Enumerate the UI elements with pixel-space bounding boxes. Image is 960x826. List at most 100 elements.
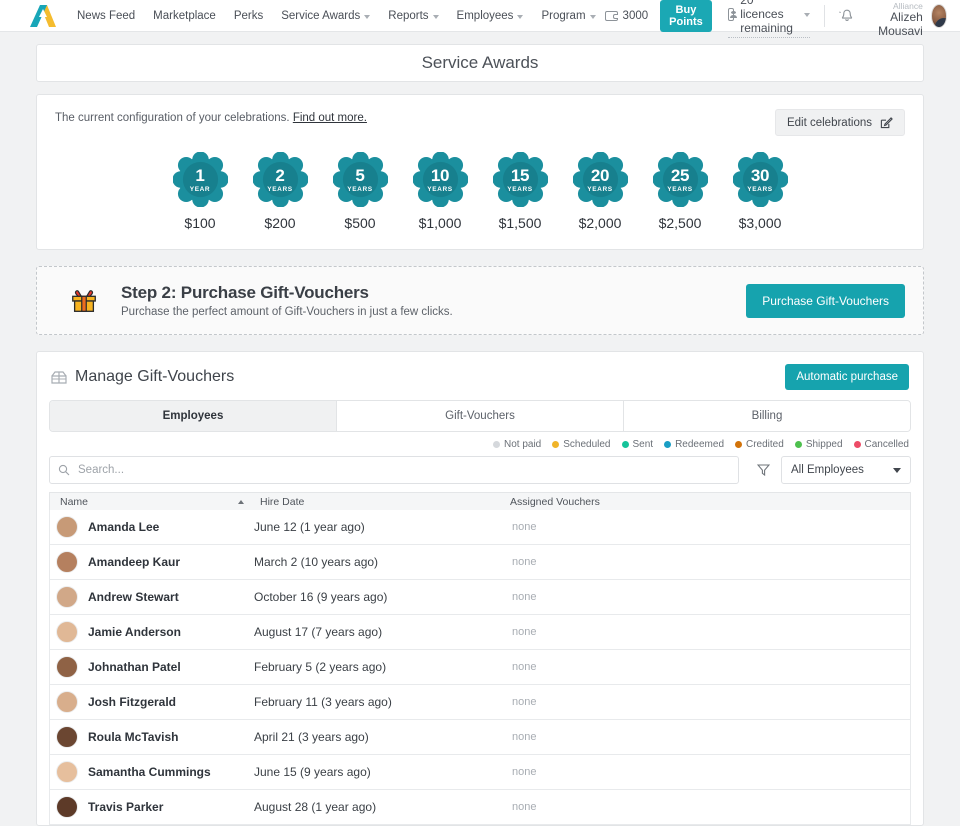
badge-years-unit: YEARS: [427, 185, 453, 193]
tab-employees[interactable]: Employees: [50, 401, 337, 431]
badge-item[interactable]: 1 YEAR $100: [172, 152, 228, 231]
table-row[interactable]: Travis Parker August 28 (1 year ago) non…: [49, 790, 911, 825]
user-identity: Green Alliance Alizeh Mousavi: [870, 0, 923, 39]
badge-years-unit: YEARS: [587, 185, 613, 193]
search-field-wrapper[interactable]: [49, 456, 739, 484]
badge-item[interactable]: 2 YEARS $200: [252, 152, 308, 231]
table-row[interactable]: Roula McTavish April 21 (3 years ago) no…: [49, 720, 911, 755]
nav-item-news-feed[interactable]: News Feed: [68, 0, 144, 32]
search-input[interactable]: [76, 463, 738, 477]
employee-filter-select[interactable]: All Employees: [781, 456, 911, 484]
wallet-icon: [604, 10, 618, 21]
pencil-edit-icon: [880, 117, 893, 129]
licences-remaining[interactable]: 20 licences remaining: [727, 0, 810, 38]
table-row[interactable]: Amandeep Kaur March 2 (10 years ago) non…: [49, 545, 911, 580]
cell-assigned-vouchers: none: [512, 591, 537, 603]
edit-celebrations-button[interactable]: Edit celebrations: [774, 109, 905, 136]
nav-item-reports[interactable]: Reports: [379, 0, 447, 32]
manage-tabs: Employees Gift-Vouchers Billing: [49, 400, 911, 432]
buy-points-button[interactable]: Buy Points: [660, 0, 712, 32]
user-name: Alizeh Mousavi: [878, 10, 923, 39]
nav-links: News Feed Marketplace Perks Service Awar…: [68, 0, 605, 32]
badge-item[interactable]: 5 YEARS $500: [332, 152, 388, 231]
tab-gift-vouchers[interactable]: Gift-Vouchers: [337, 401, 624, 431]
nav-item-label: Reports: [388, 9, 429, 22]
points-balance[interactable]: 3000: [604, 10, 648, 22]
gift-icon: [72, 289, 96, 312]
chevron-down-icon: [589, 14, 596, 19]
column-header-hire-date[interactable]: Hire Date: [250, 496, 500, 508]
gift-basket-icon: [51, 371, 67, 384]
manage-title: Manage Gift-Vouchers: [51, 368, 234, 386]
badge-years-number: 5: [355, 165, 365, 185]
legend-item-shipped: Shipped: [794, 439, 843, 450]
badge-text: 2 YEARS: [253, 152, 308, 207]
badge-years-unit: YEARS: [507, 185, 533, 193]
notifications-button[interactable]: [838, 7, 856, 25]
chevron-down-icon: [893, 467, 901, 473]
step-2-subtitle: Purchase the perfect amount of Gift-Vouc…: [121, 306, 453, 318]
sort-ascending-icon: [238, 499, 244, 504]
filter-funnel-icon[interactable]: [757, 464, 770, 476]
table-row[interactable]: Andrew Stewart October 16 (9 years ago) …: [49, 580, 911, 615]
nav-item-marketplace[interactable]: Marketplace: [144, 0, 225, 32]
automatic-purchase-button[interactable]: Automatic purchase: [785, 364, 909, 390]
purchase-gift-vouchers-button[interactable]: Purchase Gift-Vouchers: [746, 283, 905, 318]
badge-item[interactable]: 25 YEARS $2,500: [652, 152, 708, 231]
table-row[interactable]: Samantha Cummings June 15 (9 years ago) …: [49, 755, 911, 790]
column-header-assigned-vouchers[interactable]: Assigned Vouchers: [500, 496, 910, 508]
badge-text: 1 YEAR: [173, 152, 228, 207]
avatar: [930, 3, 948, 28]
badge-years-unit: YEARS: [267, 185, 293, 193]
table-row[interactable]: Jamie Anderson August 17 (7 years ago) n…: [49, 615, 911, 650]
nav-item-perks[interactable]: Perks: [225, 0, 272, 32]
badge-years-unit: YEARS: [347, 185, 373, 193]
nav-item-service-awards[interactable]: Service Awards: [272, 0, 379, 32]
logo-a-icon[interactable]: [30, 4, 56, 27]
table-row[interactable]: Amanda Lee June 12 (1 year ago) none: [49, 510, 911, 545]
table-row[interactable]: Josh Fitzgerald February 11 (3 years ago…: [49, 685, 911, 720]
status-legend: Not paid Scheduled Sent Redeemed Credite…: [37, 432, 923, 454]
legend-label: Scheduled: [563, 439, 611, 450]
employee-name: Travis Parker: [88, 800, 164, 814]
cell-assigned-vouchers: none: [512, 696, 537, 708]
chevron-down-icon: [517, 14, 524, 19]
badge-item[interactable]: 15 YEARS $1,500: [492, 152, 548, 231]
cell-name: Johnathan Patel: [50, 656, 250, 678]
badge-item[interactable]: 10 YEARS $1,000: [412, 152, 468, 231]
award-badge-icon: 1 YEAR: [172, 152, 228, 207]
legend-label: Cancelled: [864, 439, 909, 450]
cell-hire-date: March 2 (10 years ago): [254, 555, 379, 569]
badge-years-number: 25: [670, 165, 690, 185]
badge-item[interactable]: 30 YEARS $3,000: [732, 152, 788, 231]
badge-item[interactable]: 20 YEARS $2,000: [572, 152, 628, 231]
table-row[interactable]: Johnathan Patel February 5 (2 years ago)…: [49, 650, 911, 685]
avatar: [56, 761, 78, 783]
column-header-name[interactable]: Name: [50, 496, 250, 508]
nav-item-label: News Feed: [77, 9, 136, 22]
badge-years-number: 10: [430, 165, 450, 185]
status-dot-icon: [735, 441, 742, 448]
chevron-down-icon: [364, 14, 371, 19]
award-badge-icon: 25 YEARS: [652, 152, 708, 207]
legend-item-not-paid: Not paid: [492, 439, 542, 450]
avatar: [56, 796, 78, 818]
cell-hire-date: February 11 (3 years ago): [254, 695, 392, 709]
user-menu[interactable]: Green Alliance Alizeh Mousavi: [870, 0, 948, 39]
tab-billing[interactable]: Billing: [624, 401, 910, 431]
employee-filter-value: All Employees: [791, 464, 864, 476]
nav-item-program[interactable]: Program: [532, 0, 604, 32]
legend-label: Not paid: [503, 439, 542, 450]
bell-icon: [839, 9, 853, 21]
badge-amount: $2,000: [578, 215, 622, 231]
cell-name: Travis Parker: [50, 796, 250, 818]
table-toolbar: All Employees: [37, 454, 923, 492]
employee-name: Jamie Anderson: [88, 625, 181, 639]
nav-item-employees[interactable]: Employees: [448, 0, 533, 32]
find-out-more-link[interactable]: Find out more.: [293, 112, 367, 124]
cell-hire-date: June 12 (1 year ago): [254, 520, 365, 534]
badge-years-unit: YEARS: [747, 185, 773, 193]
avatar: [56, 516, 78, 538]
nav-item-label: Program: [541, 9, 586, 22]
badge-years-number: 20: [590, 165, 610, 185]
